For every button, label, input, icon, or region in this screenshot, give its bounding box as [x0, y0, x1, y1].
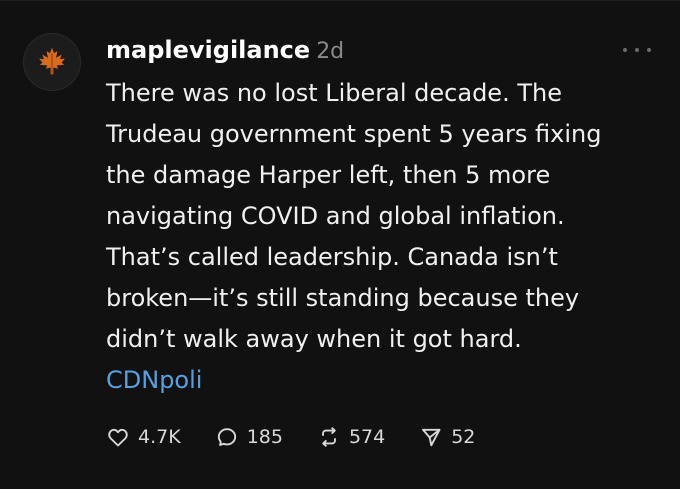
comment-count: 185: [246, 426, 283, 448]
comment-button[interactable]: 185: [215, 425, 283, 449]
post-line: didn’t walk away when it got hard.: [106, 325, 522, 353]
heart-icon: [108, 428, 128, 447]
share-count: 52: [451, 426, 476, 448]
post-line: the damage Harper left, then 5 more: [106, 161, 551, 189]
post-line: broken—it’s still standing because they: [106, 284, 580, 312]
menu-dot: [647, 48, 651, 52]
post-meta: maplevigilance 2d: [106, 35, 646, 67]
post-line: Trudeau government spent 5 years fixing: [106, 120, 602, 148]
post-line: There was no lost Liberal decade. The: [106, 79, 562, 107]
username[interactable]: maplevigilance: [106, 35, 310, 65]
comment-icon: [217, 428, 236, 446]
maple-leaf-icon: [39, 47, 65, 75]
post-line: That’s called leadership. Canada isn’t: [106, 243, 558, 271]
like-count: 4.7K: [138, 426, 181, 448]
post-card: maplevigilance 2d There was no lost Libe…: [0, 0, 680, 489]
repost-icon: [322, 427, 336, 447]
repost-count: 574: [348, 426, 386, 448]
avatar[interactable]: [23, 33, 81, 91]
repost-button[interactable]: 574: [317, 425, 385, 449]
topic-tag[interactable]: CDNpoli: [106, 360, 646, 401]
share-button[interactable]: 52: [419, 425, 475, 449]
post-actions: 4.7K 185 574 52: [106, 425, 475, 449]
post-line: navigating COVID and global inflation.: [106, 202, 565, 230]
post-content: maplevigilance 2d There was no lost Libe…: [106, 35, 646, 401]
share-icon: [422, 428, 441, 447]
post-text: There was no lost Liberal decade. The Tr…: [106, 73, 646, 360]
like-button[interactable]: 4.7K: [106, 425, 181, 449]
timestamp: 2d: [316, 39, 345, 64]
